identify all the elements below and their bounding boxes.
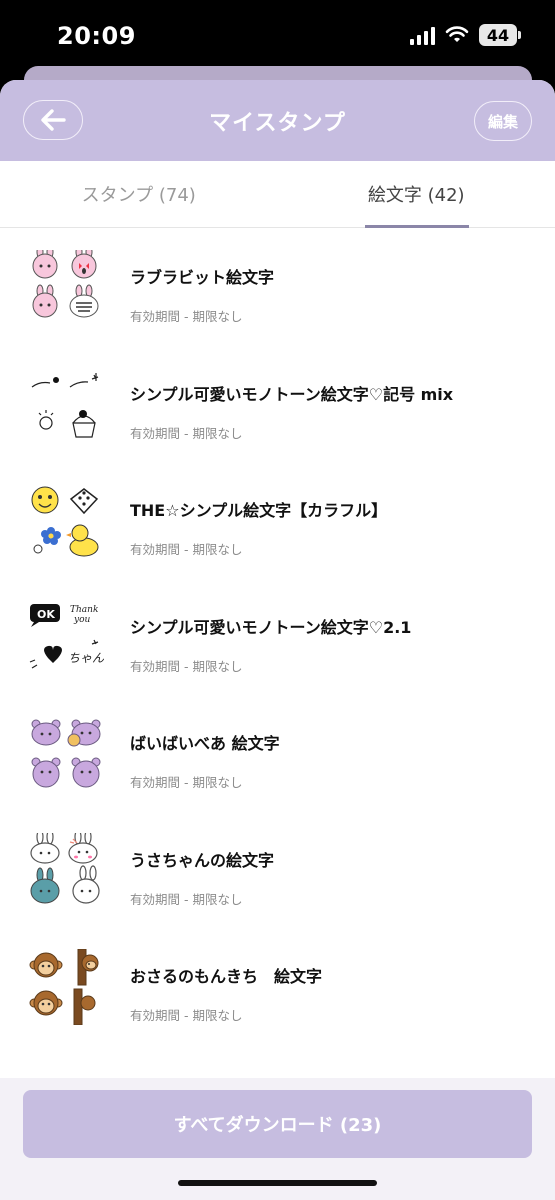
list-item[interactable]: ばいばいべあ 絵文字 有効期間 - 期限なし	[0, 694, 555, 811]
item-title: シンプル可愛いモノトーン絵文字♡記号 mix	[130, 384, 454, 404]
bunny-emoji-thumbnail-icon	[30, 832, 100, 904]
colorful-emoji-thumbnail-icon	[31, 486, 99, 557]
edit-button[interactable]: 編集	[474, 101, 532, 141]
download-all-button[interactable]: すべてダウンロード (23)	[23, 1090, 532, 1158]
header: マイスタンプ 編集	[0, 80, 555, 161]
tab-emoji[interactable]: 絵文字 (42)	[278, 161, 555, 228]
monkey-emoji-thumbnail-icon	[29, 949, 99, 1025]
status-time: 20:09	[57, 22, 136, 50]
list-item[interactable]: ラブラビット絵文字 有効期間 - 期限なし	[0, 228, 555, 345]
rabbit-emoji-thumbnail-icon	[32, 250, 99, 318]
list-item[interactable]: THE☆シンプル絵文字【カラフル】 有効期間 - 期限なし	[0, 461, 555, 578]
item-title: ラブラビット絵文字	[130, 268, 275, 287]
list-item[interactable]: シンプル可愛いモノトーン絵文字♡記号 mix 有効期間 - 期限なし	[0, 345, 555, 462]
battery-indicator: 44	[479, 24, 521, 46]
item-expiry: 有効期間 - 期限なし	[130, 658, 243, 674]
item-expiry: 有効期間 - 期限なし	[130, 542, 243, 557]
svg-text:ちゃん: ちゃん	[68, 651, 104, 665]
wifi-icon	[445, 26, 469, 42]
item-title: THE☆シンプル絵文字【カラフル】	[130, 501, 388, 520]
svg-text:you: you	[73, 615, 91, 625]
svg-text:Thank: Thank	[70, 605, 98, 615]
screen: 20:09 44 マイスタンプ 編集 スタンプ (74) 絵文字 (42) ラブ…	[0, 0, 555, 1200]
item-expiry: 有効期間 - 期限なし	[130, 1008, 243, 1023]
list-item[interactable]: うさちゃんの絵文字 有効期間 - 期限なし	[0, 811, 555, 928]
main-sheet: マイスタンプ 編集 スタンプ (74) 絵文字 (42) ラブラビット絵文字 有…	[0, 80, 555, 1200]
list-item[interactable]: おさるのもんきち 絵文字 有効期間 - 期限なし	[0, 927, 555, 1044]
item-title: シンプル可愛いモノトーン絵文字♡2.1	[130, 617, 412, 637]
item-expiry: 有効期間 - 期限なし	[130, 309, 243, 324]
item-expiry: 有効期間 - 期限なし	[130, 425, 243, 441]
monotone-symbols-thumbnail-icon	[31, 372, 99, 438]
home-indicator	[178, 1180, 377, 1186]
emoji-list: ラブラビット絵文字 有効期間 - 期限なし シンプル可愛いモノトーン絵文字♡記号…	[0, 228, 555, 1044]
bear-emoji-thumbnail-icon	[31, 719, 101, 788]
status-icons: 44	[410, 24, 521, 46]
item-title: うさちゃんの絵文字	[130, 850, 275, 870]
item-expiry: 有効期間 - 期限なし	[130, 891, 243, 907]
item-expiry: 有効期間 - 期限なし	[130, 775, 243, 790]
cellular-signal-icon	[410, 25, 435, 45]
monotone-text-emoji-thumbnail-icon: OK Thank you ちゃん	[29, 603, 104, 669]
item-title: おさるのもんきち 絵文字	[130, 967, 323, 986]
page-title: マイスタンプ	[209, 111, 346, 136]
item-title: ばいばいべあ 絵文字	[130, 734, 280, 753]
tab-bar: スタンプ (74) 絵文字 (42)	[0, 161, 555, 228]
list-item[interactable]: OK Thank you ちゃん シンプル可愛いモノトーン絵文字♡2.1 有効期…	[0, 578, 555, 695]
bottom-bar: すべてダウンロード (23)	[0, 1078, 555, 1200]
tab-stickers[interactable]: スタンプ (74)	[0, 161, 278, 227]
svg-text:OK: OK	[37, 608, 55, 621]
status-bar: 20:09 44	[0, 0, 555, 70]
